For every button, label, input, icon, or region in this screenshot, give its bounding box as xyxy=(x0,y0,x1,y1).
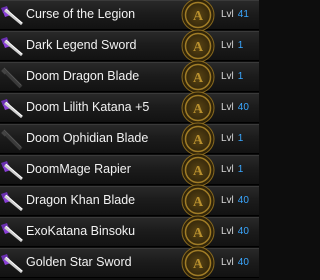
item-level: Lvl 1 xyxy=(221,71,243,82)
item-level: Lvl 40 xyxy=(221,226,249,237)
item-level: Lvl 41 xyxy=(221,9,249,20)
item-row[interactable]: Curse of the Legion A Lvl 41 xyxy=(0,0,259,32)
item-row[interactable]: Dark Legend Sword A Lvl 1 xyxy=(0,29,259,63)
svg-text:A: A xyxy=(193,164,204,179)
svg-text:A: A xyxy=(193,195,204,210)
item-name: Doom Lilith Katana +5 xyxy=(26,100,150,114)
level-label: Lvl xyxy=(221,195,234,206)
item-level: Lvl 40 xyxy=(221,102,249,113)
item-row[interactable]: Doom Dragon Blade A Lvl 1 xyxy=(0,60,259,94)
sword-purple-icon xyxy=(0,186,24,216)
svg-text:A: A xyxy=(193,71,204,86)
item-name: Doom Dragon Blade xyxy=(26,69,140,83)
item-row[interactable]: DoomMage Rapier A Lvl 1 xyxy=(0,153,259,187)
item-level: Lvl 1 xyxy=(221,133,243,144)
item-row[interactable]: Doom Lilith Katana +5 A Lvl 40 xyxy=(0,91,259,125)
level-value: 1 xyxy=(237,164,244,175)
ae-emblem-icon: A xyxy=(171,60,225,94)
svg-text:A: A xyxy=(193,133,204,148)
item-name: Doom Ophidian Blade xyxy=(26,131,149,145)
level-value: 40 xyxy=(237,102,249,113)
level-label: Lvl xyxy=(221,226,234,237)
sword-purple-icon xyxy=(0,248,24,278)
item-name: ExoKatana Binsoku xyxy=(26,224,136,238)
ae-emblem-icon: A xyxy=(171,91,225,125)
level-label: Lvl xyxy=(221,71,234,82)
ae-emblem-icon: A xyxy=(171,153,225,187)
level-label: Lvl xyxy=(221,133,234,144)
ae-emblem-icon: A xyxy=(171,122,225,156)
ae-emblem-icon: A xyxy=(171,215,225,249)
item-name: Dark Legend Sword xyxy=(26,38,137,52)
level-label: Lvl xyxy=(221,164,234,175)
level-label: Lvl xyxy=(221,257,234,268)
level-value: 1 xyxy=(237,71,244,82)
sword-purple-icon xyxy=(0,31,24,61)
item-name: Dragon Khan Blade xyxy=(26,193,136,207)
item-level: Lvl 40 xyxy=(221,257,249,268)
sword-purple-icon xyxy=(0,93,24,123)
item-level: Lvl 1 xyxy=(221,40,243,51)
ae-emblem-icon: A xyxy=(171,0,225,32)
level-label: Lvl xyxy=(221,102,234,113)
level-label: Lvl xyxy=(221,40,234,51)
inventory-list: Curse of the Legion A Lvl 41 Dark Legend Swo… xyxy=(0,0,259,280)
ae-emblem-icon: A xyxy=(171,246,225,280)
sword-purple-icon xyxy=(0,217,24,247)
sword-purple-icon xyxy=(0,0,24,30)
level-value: 40 xyxy=(237,195,249,206)
item-level: Lvl 40 xyxy=(221,195,249,206)
svg-text:A: A xyxy=(193,9,204,24)
item-name: Golden Star Sword xyxy=(26,255,132,269)
level-value: 40 xyxy=(237,257,249,268)
item-level: Lvl 1 xyxy=(221,164,243,175)
sword-purple-icon xyxy=(0,155,24,185)
level-value: 1 xyxy=(237,133,244,144)
ae-emblem-icon: A xyxy=(171,184,225,218)
svg-text:A: A xyxy=(193,40,204,55)
item-name: Curse of the Legion xyxy=(26,7,136,21)
item-row[interactable]: Dragon Khan Blade A Lvl 40 xyxy=(0,184,259,218)
svg-text:A: A xyxy=(193,226,204,241)
level-label: Lvl xyxy=(221,9,234,20)
level-value: 1 xyxy=(237,40,244,51)
item-name: DoomMage Rapier xyxy=(26,162,131,176)
item-row[interactable]: Doom Ophidian Blade A Lvl 1 xyxy=(0,122,259,156)
sword-dark-icon xyxy=(0,62,24,92)
level-value: 41 xyxy=(237,9,249,20)
level-value: 40 xyxy=(237,226,249,237)
item-row[interactable]: ExoKatana Binsoku A Lvl 40 xyxy=(0,215,259,249)
item-row[interactable]: Golden Star Sword A Lvl 40 xyxy=(0,246,259,280)
svg-text:A: A xyxy=(193,102,204,117)
svg-text:A: A xyxy=(193,257,204,272)
sword-dark-icon xyxy=(0,124,24,154)
ae-emblem-icon: A xyxy=(171,29,225,63)
